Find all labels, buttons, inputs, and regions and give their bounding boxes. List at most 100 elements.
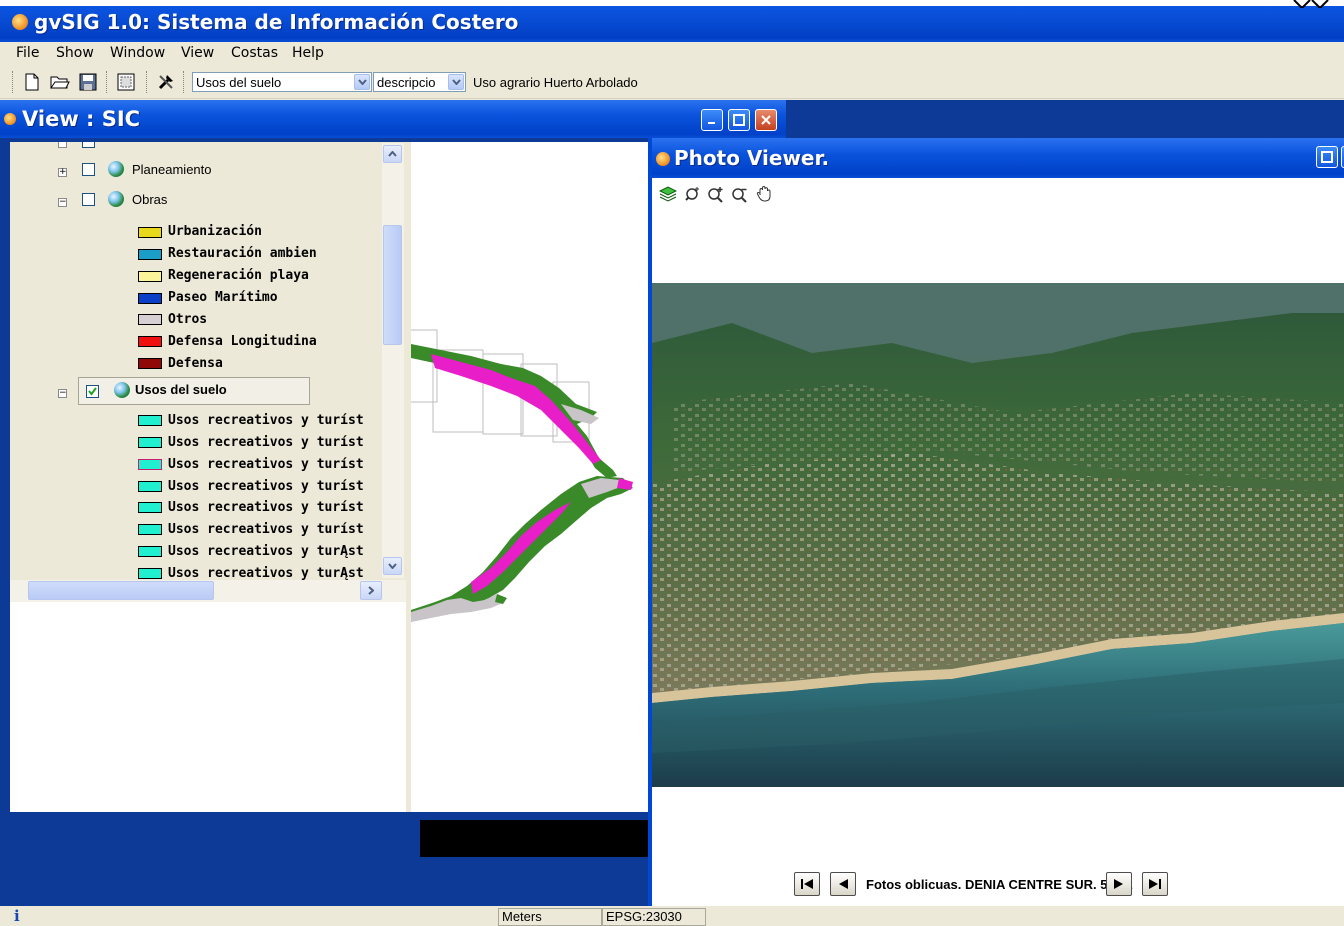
- status-bar: i Meters EPSG:23030: [0, 906, 1344, 926]
- layer-checkbox[interactable]: [82, 142, 95, 148]
- menu-file[interactable]: File: [16, 45, 39, 61]
- aerial-photo[interactable]: [652, 283, 1344, 787]
- legend-label: Usos recreativos y turíst: [168, 522, 364, 537]
- layer-globe-icon: [108, 191, 124, 207]
- menu-costas[interactable]: Costas: [231, 45, 278, 61]
- maximize-icon: [733, 114, 745, 126]
- chevron-down-icon: [388, 563, 397, 569]
- close-button[interactable]: [755, 109, 777, 131]
- tools-icon[interactable]: [156, 72, 176, 92]
- legend-label: Restauración ambien: [168, 246, 317, 261]
- close-icon: [761, 115, 771, 125]
- scroll-down-button[interactable]: [383, 557, 402, 575]
- toolbar-grip[interactable]: [106, 71, 109, 93]
- toc-empty-area: [10, 602, 406, 812]
- chevron-up-icon: [388, 151, 397, 157]
- collapse-icon[interactable]: −: [58, 389, 67, 398]
- toc-vertical-scrollbar[interactable]: [382, 143, 404, 578]
- legend-swatch: [138, 459, 162, 470]
- legend-swatch: [138, 481, 162, 492]
- legend-label: Usos recreativos y turĄst: [168, 544, 364, 559]
- layer-label-usos-suelo[interactable]: Usos del suelo: [135, 382, 227, 397]
- legend-label: Otros: [168, 312, 208, 327]
- titlebar-ornament-icon: [1293, 0, 1329, 8]
- toc-horizontal-scrollbar[interactable]: [10, 580, 406, 602]
- view-titlebar[interactable]: View : SIC: [0, 100, 786, 138]
- map-canvas[interactable]: [411, 142, 649, 812]
- legend-label: Paseo Marítimo: [168, 290, 278, 305]
- legend-label: Usos recreativos y turíst: [168, 435, 364, 450]
- maximize-icon: [1321, 151, 1333, 163]
- main-toolbar: Usos del suelo descripcio Uso agrario Hu…: [0, 65, 1344, 99]
- usos-suelo-checkbox[interactable]: [86, 385, 99, 398]
- legend-label: Usos recreativos y turíst: [168, 500, 364, 515]
- toolbar-grip[interactable]: [12, 71, 15, 93]
- field-select-value: descripcio: [377, 75, 436, 90]
- layout-icon[interactable]: [116, 72, 136, 92]
- zoom-in-icon[interactable]: [706, 184, 726, 204]
- skip-first-icon: [801, 879, 813, 889]
- app-titlebar[interactable]: gvSIG 1.0: Sistema de Información Coster…: [0, 0, 1344, 42]
- legend-swatch: [138, 249, 162, 260]
- field-select[interactable]: descripcio: [373, 72, 466, 92]
- expand-icon[interactable]: +: [58, 168, 67, 177]
- selected-value-text: Uso agrario Huerto Arbolado: [473, 75, 638, 90]
- layer-select[interactable]: Usos del suelo: [192, 72, 372, 92]
- chevron-down-icon[interactable]: [354, 74, 370, 90]
- first-photo-button[interactable]: [794, 872, 820, 896]
- toolbar-grip[interactable]: [183, 71, 186, 93]
- photo-caption: Fotos oblicuas. DENIA CENTRE SUR. 52/92: [866, 877, 1133, 892]
- legend-swatch: [138, 502, 162, 513]
- legend-swatch: [138, 437, 162, 448]
- pan-hand-icon[interactable]: [754, 184, 774, 204]
- menu-window[interactable]: Window: [110, 45, 165, 61]
- open-folder-icon[interactable]: [50, 72, 70, 92]
- toolbar-grip[interactable]: [146, 71, 149, 93]
- obras-checkbox[interactable]: [82, 193, 95, 206]
- view-window-icon: [4, 113, 16, 125]
- expander[interactable]: [58, 142, 67, 148]
- legend-swatch: [138, 358, 162, 369]
- zoom-select-icon[interactable]: [682, 184, 702, 204]
- minimize-icon: [708, 122, 715, 124]
- view-title: View : SIC: [22, 107, 141, 131]
- menu-show[interactable]: Show: [56, 45, 94, 61]
- table-of-contents: + Planeamiento − Obras Urbanización Rest…: [10, 142, 406, 602]
- scroll-thumb[interactable]: [383, 225, 402, 345]
- collapse-icon[interactable]: −: [58, 198, 67, 207]
- menu-bar: File Show Window View Costas Help: [0, 42, 1344, 64]
- previous-photo-button[interactable]: [830, 872, 856, 896]
- photo-viewer-icon: [656, 152, 670, 166]
- zoom-out-icon[interactable]: [730, 184, 750, 204]
- menu-help[interactable]: Help: [292, 45, 324, 61]
- legend-swatch: [138, 524, 162, 535]
- photo-navigation: Fotos oblicuas. DENIA CENTRE SUR. 52/92: [794, 872, 1314, 898]
- legend-swatch: [138, 227, 162, 238]
- locator-map[interactable]: [420, 820, 648, 857]
- next-photo-button[interactable]: [1106, 872, 1132, 896]
- status-crs: EPSG:23030: [602, 908, 706, 926]
- menu-view[interactable]: View: [181, 45, 214, 61]
- layer-label-planeamiento[interactable]: Planeamiento: [132, 162, 212, 177]
- photo-viewer-window: Photo Viewer. Fotos oblicuas. DENIA CENT…: [648, 138, 1344, 906]
- photo-viewer-titlebar[interactable]: Photo Viewer.: [652, 138, 1344, 178]
- layer-label-obras[interactable]: Obras: [132, 192, 167, 207]
- photo-viewer-title: Photo Viewer.: [674, 146, 830, 170]
- chevron-down-icon[interactable]: [448, 74, 464, 90]
- planeamiento-checkbox[interactable]: [82, 163, 95, 176]
- legend-label: Usos recreativos y turíst: [168, 457, 364, 472]
- new-file-icon[interactable]: [22, 72, 42, 92]
- aerial-photo-graphic: [652, 283, 1344, 787]
- layers-icon[interactable]: [658, 184, 678, 204]
- maximize-button[interactable]: [728, 109, 750, 131]
- minimize-button[interactable]: [701, 109, 723, 131]
- layer-globe-icon: [108, 161, 124, 177]
- scroll-thumb[interactable]: [28, 581, 214, 600]
- scroll-right-button[interactable]: [360, 581, 382, 600]
- photo-viewer-toolbar: [658, 182, 798, 206]
- scroll-up-button[interactable]: [383, 145, 402, 163]
- previous-icon: [839, 879, 848, 889]
- save-icon[interactable]: [78, 72, 98, 92]
- maximize-button[interactable]: [1316, 146, 1338, 168]
- last-photo-button[interactable]: [1142, 872, 1168, 896]
